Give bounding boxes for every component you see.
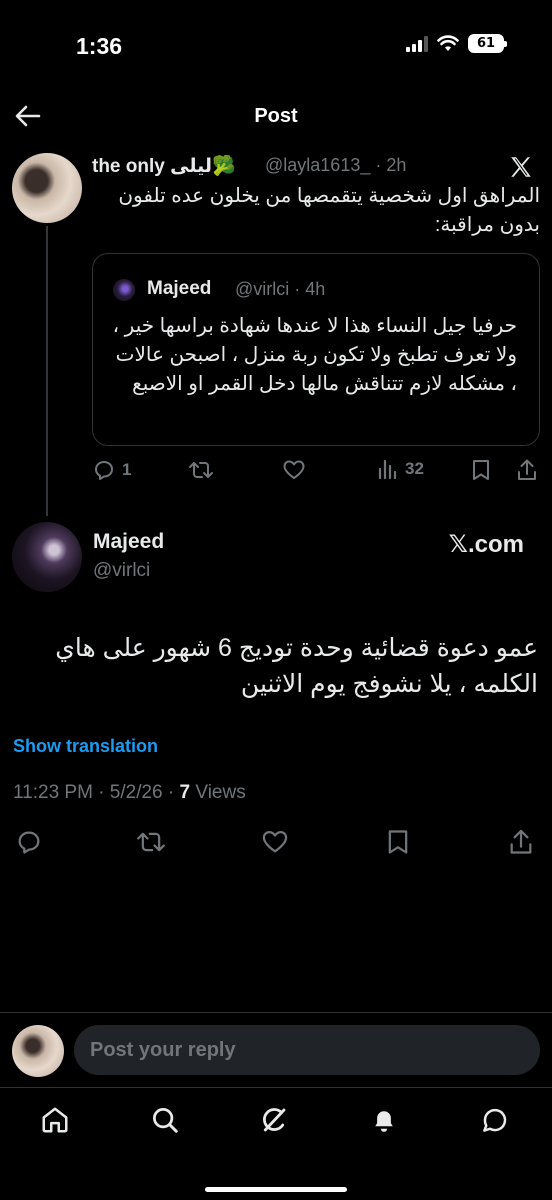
battery-icon: 61 xyxy=(468,34,507,53)
reply-icon xyxy=(95,461,113,480)
messages-icon xyxy=(483,1108,507,1132)
share-icon xyxy=(510,829,532,854)
heart-icon xyxy=(283,460,305,479)
timestamp: 11:23 PM · 5/2/26 · xyxy=(13,782,180,803)
display-name-text: the only ليلى xyxy=(92,156,212,177)
tweet-actions: 1 32 xyxy=(92,458,542,488)
bottom-nav xyxy=(0,1100,552,1140)
tweet-meta: 11:23 PM · 5/2/26 · 7 Views xyxy=(13,782,246,804)
wifi-icon xyxy=(437,35,459,51)
share-button[interactable] xyxy=(516,458,538,482)
quote-handle-time: @virlci · 4h xyxy=(235,279,326,299)
bookmark-button[interactable] xyxy=(470,458,492,482)
reply-button[interactable] xyxy=(15,828,43,861)
views-count: 32 xyxy=(405,459,424,478)
tweet-actions xyxy=(0,828,552,862)
show-translation-link[interactable]: Show translation xyxy=(13,736,158,757)
bookmark-button[interactable] xyxy=(385,828,411,861)
display-name[interactable]: the only ليلى🥦 xyxy=(92,154,236,178)
status-bar: 1:36 61 xyxy=(0,0,552,90)
avatar[interactable] xyxy=(12,153,82,223)
nav-grok[interactable] xyxy=(254,1100,294,1140)
repost-button[interactable] xyxy=(135,828,167,861)
views-count[interactable]: 7 xyxy=(180,782,191,803)
tweet-text: المراهق اول شخصية يتقمصها من يخلون عده ت… xyxy=(118,185,540,236)
bookmark-icon xyxy=(388,830,408,854)
analytics-icon xyxy=(378,459,397,480)
avatar xyxy=(12,1025,64,1077)
notifications-icon xyxy=(375,1111,393,1132)
author-handle[interactable]: @virlci xyxy=(93,560,150,582)
share-button[interactable] xyxy=(508,828,534,861)
home-icon xyxy=(42,1107,68,1133)
broccoli-emoji-icon: 🥦 xyxy=(212,156,236,177)
nav-notifications[interactable] xyxy=(364,1100,404,1140)
nav-search[interactable] xyxy=(145,1100,185,1140)
views-button[interactable]: 32 xyxy=(377,458,424,480)
quoted-tweet[interactable]: Majeed @virlci · 4h حرفيا جيل النساء هذا… xyxy=(92,253,540,446)
reply-icon xyxy=(18,831,40,854)
thread-line xyxy=(46,226,48,516)
repost-icon xyxy=(189,462,213,478)
header: Post xyxy=(0,90,552,142)
cellular-signal-icon xyxy=(406,35,428,52)
divider xyxy=(0,1012,552,1013)
avatar xyxy=(113,279,135,301)
tweet-text: عمو دعوة قضائية وحدة توديج 6 شهور على ها… xyxy=(55,634,538,698)
grok-icon xyxy=(263,1108,286,1132)
battery-level: 61 xyxy=(476,36,496,51)
status-time: 1:36 xyxy=(76,33,123,59)
reply-input[interactable] xyxy=(74,1025,540,1075)
like-button[interactable] xyxy=(282,458,306,482)
tweet-header: the only ليلى🥦 @layla1613_ · 2h xyxy=(92,154,542,180)
heart-icon xyxy=(262,830,288,853)
quote-text: حرفيا جيل النساء هذا لا عندها شهادة براس… xyxy=(112,315,517,395)
views-label: Views xyxy=(190,782,246,803)
repost-button[interactable] xyxy=(188,458,214,482)
repost-icon xyxy=(137,832,165,852)
reply-count: 1 xyxy=(122,460,132,479)
divider xyxy=(0,1087,552,1088)
author-name[interactable]: Majeed xyxy=(93,530,164,554)
x-com-watermark: 𝕏.com xyxy=(448,531,524,558)
share-icon xyxy=(518,459,536,480)
nav-home[interactable] xyxy=(35,1100,75,1140)
reply-button[interactable]: 1 xyxy=(92,458,131,482)
nav-messages[interactable] xyxy=(475,1100,515,1140)
x-logo-icon xyxy=(511,157,531,177)
search-icon xyxy=(153,1108,178,1133)
home-indicator xyxy=(205,1187,347,1192)
avatar[interactable] xyxy=(12,522,82,592)
like-button[interactable] xyxy=(260,828,290,861)
quote-author-name: Majeed xyxy=(147,278,212,299)
status-icons: 61 xyxy=(406,34,507,53)
page-title: Post xyxy=(254,105,298,127)
handle-time: @layla1613_ · 2h xyxy=(265,155,407,175)
bookmark-icon xyxy=(473,460,489,480)
